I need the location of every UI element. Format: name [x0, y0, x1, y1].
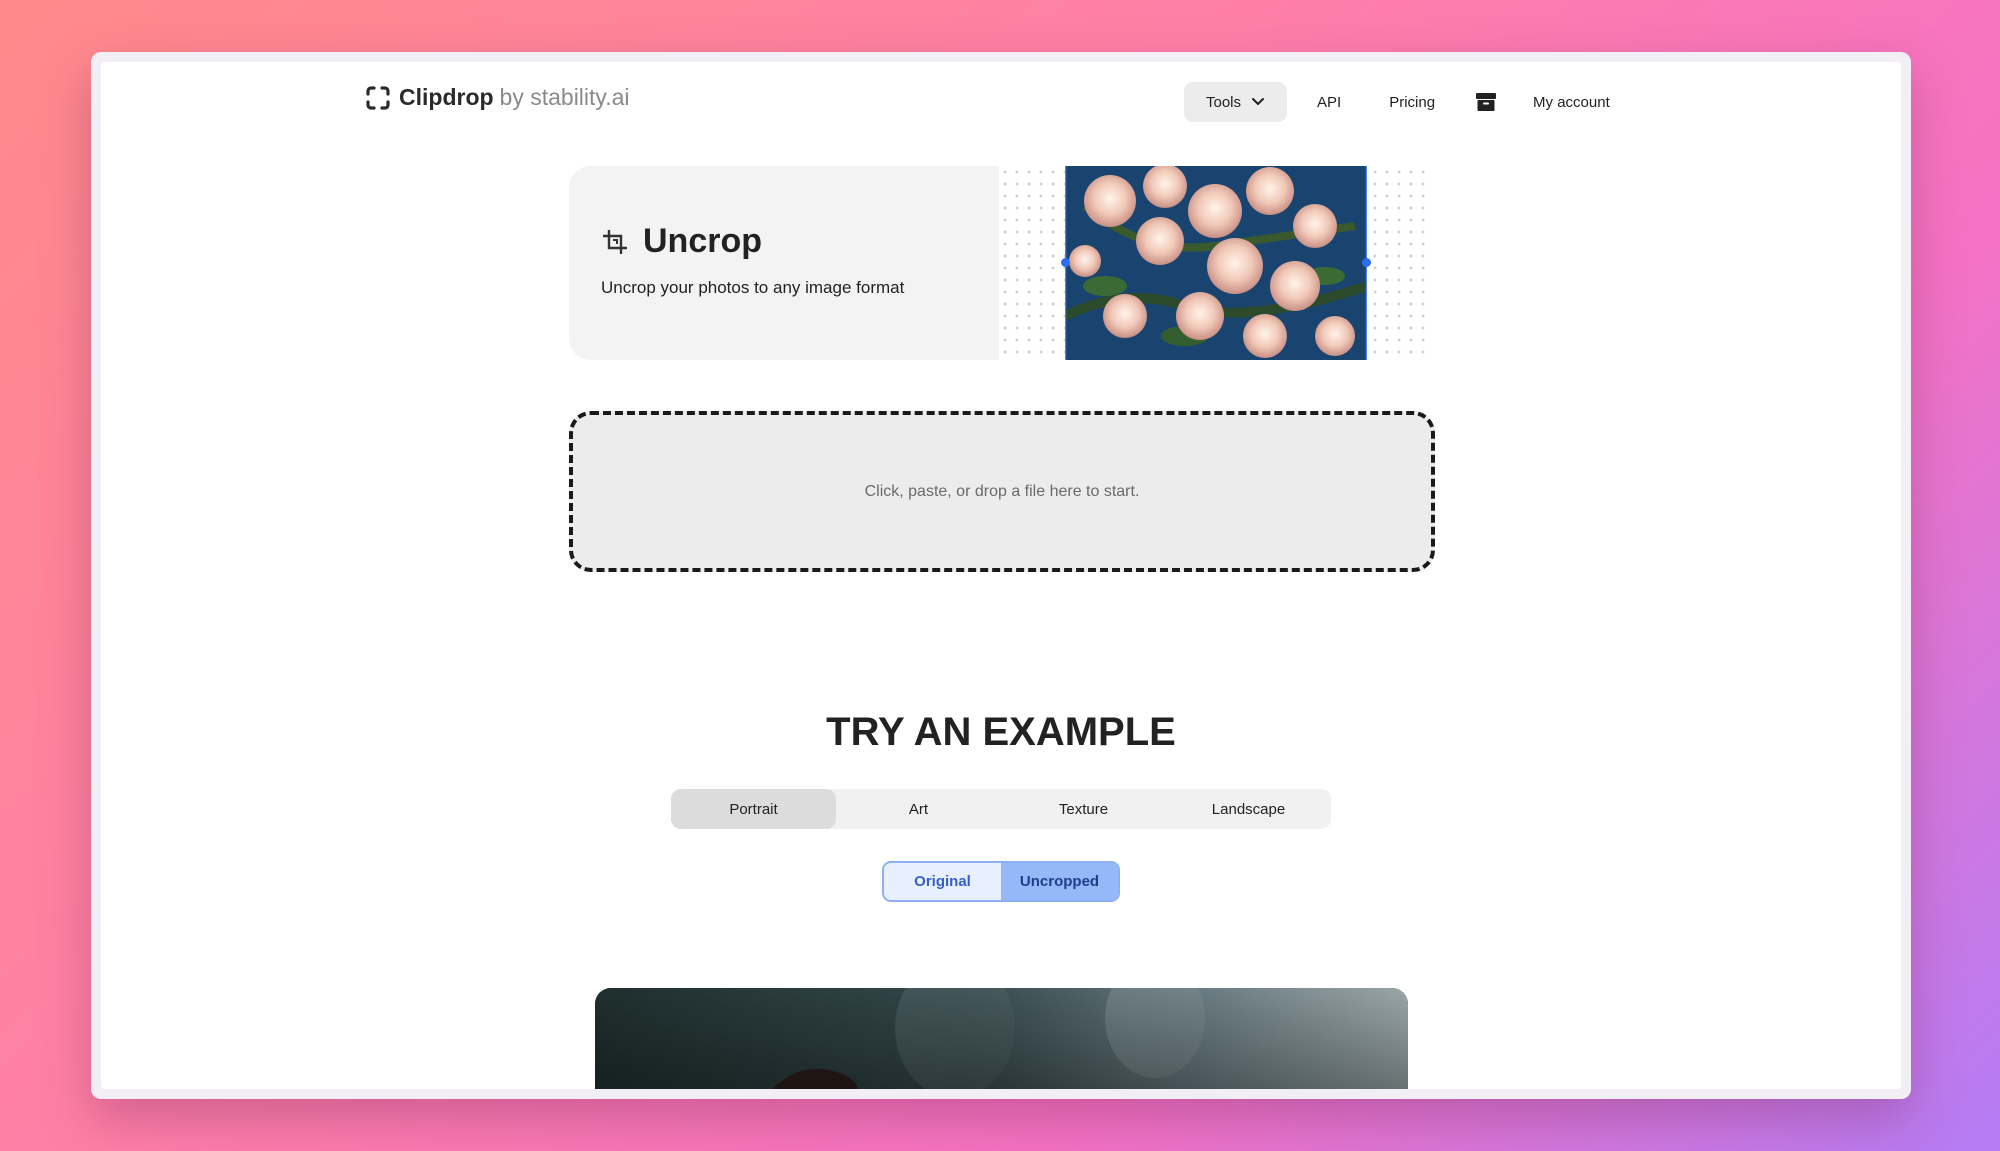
example-photo-illustration	[595, 988, 1408, 1089]
toggle-uncropped-button[interactable]: Uncropped	[1001, 863, 1118, 900]
nav-pricing-link[interactable]: Pricing	[1389, 94, 1435, 111]
crop-handle-right[interactable]	[1362, 258, 1371, 267]
browser-window: Clipdrop by stability.ai Tools API Prici…	[91, 52, 1911, 1099]
logo-byline: by stability.ai	[499, 84, 630, 110]
logo-name: Clipdrop	[399, 84, 494, 110]
nav-account-link[interactable]: My account	[1533, 94, 1610, 111]
examples-heading: TRY AN EXAMPLE	[826, 710, 1176, 754]
tab-landscape[interactable]: Landscape	[1166, 789, 1331, 829]
dropzone-text: Click, paste, or drop a file here to sta…	[864, 482, 1140, 500]
hero-title-row: Uncrop	[601, 222, 762, 261]
flower-photo-illustration	[1065, 166, 1367, 360]
original-uncropped-toggle: Original Uncropped	[882, 861, 1120, 902]
hero-title: Uncrop	[643, 222, 762, 260]
hero-subtitle: Uncrop your photos to any image format	[601, 278, 905, 297]
crop-icon	[603, 229, 627, 254]
file-dropzone[interactable]: Click, paste, or drop a file here to sta…	[569, 411, 1435, 572]
tab-art[interactable]: Art	[836, 789, 1001, 829]
hero-card: Uncrop Uncrop your photos to any image f…	[569, 166, 1049, 360]
tools-menu-button[interactable]: Tools	[1184, 82, 1287, 122]
logo[interactable]: Clipdrop by stability.ai	[365, 84, 630, 111]
top-nav: Tools API Pricing My account	[1184, 82, 1610, 122]
hero-flower-image	[1065, 166, 1367, 360]
toggle-original-button[interactable]: Original	[884, 863, 1001, 900]
page: Clipdrop by stability.ai Tools API Prici…	[101, 62, 1901, 1089]
uncrop-extension-area-right	[1369, 166, 1433, 360]
nav-api-link[interactable]: API	[1317, 94, 1341, 111]
tab-texture[interactable]: Texture	[1001, 789, 1166, 829]
example-preview-image	[595, 988, 1408, 1089]
example-category-tabs: Portrait Art Texture Landscape	[671, 789, 1331, 829]
archive-box-icon[interactable]	[1475, 91, 1497, 113]
tools-label: Tools	[1205, 93, 1242, 111]
tab-portrait[interactable]: Portrait	[671, 789, 836, 829]
tool-hero: Uncrop Uncrop your photos to any image f…	[569, 166, 1433, 360]
crop-handle-left[interactable]	[1061, 258, 1070, 267]
chevron-down-icon	[1252, 98, 1265, 105]
clipdrop-logo-icon	[366, 85, 390, 110]
